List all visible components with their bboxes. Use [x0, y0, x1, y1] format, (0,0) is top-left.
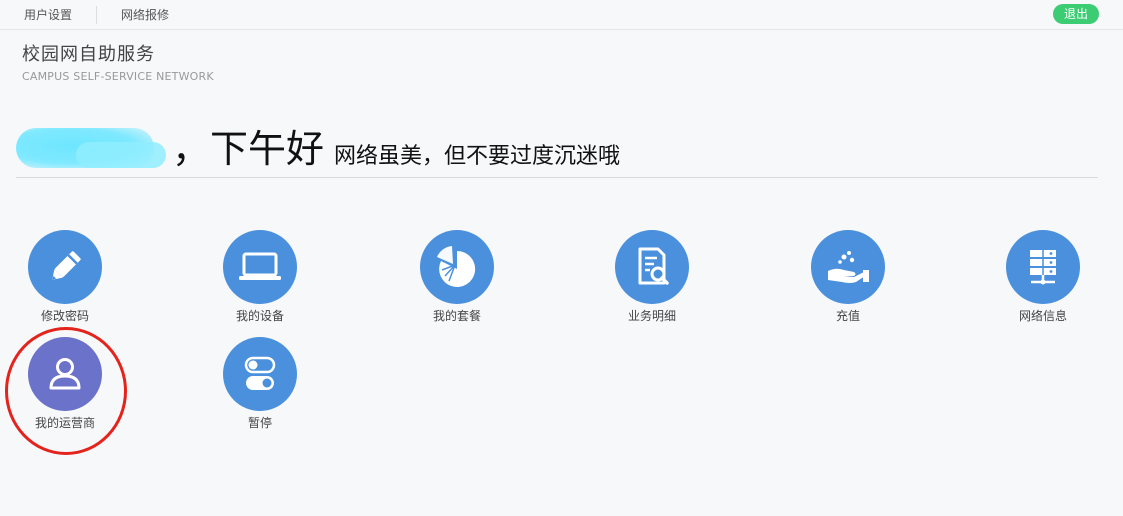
tile-network-info[interactable]: 网络信息	[983, 230, 1103, 324]
document-search-icon	[632, 245, 672, 289]
change-password-circle	[28, 230, 102, 304]
toggle-icon	[240, 352, 280, 396]
network-repair-link[interactable]: 网络报修	[97, 0, 193, 30]
tile-my-plan[interactable]: 我的套餐	[397, 230, 517, 324]
pie-chart-icon	[433, 243, 481, 291]
user-settings-link[interactable]: 用户设置	[0, 0, 96, 30]
business-details-circle	[615, 230, 689, 304]
network-info-circle	[1006, 230, 1080, 304]
pencil-icon	[45, 247, 85, 287]
tile-label: 暂停	[247, 416, 272, 430]
hand-coins-icon	[824, 247, 872, 287]
tile-label: 我的设备	[235, 309, 284, 323]
greeting-bar: ，下午好 网络虽美，但不要过度沉迷哦	[16, 124, 1098, 178]
redacted-username-overlay	[76, 142, 166, 168]
tile-recharge[interactable]: 充值	[788, 230, 908, 324]
tile-label: 业务明细	[627, 309, 676, 323]
top-nav: 用户设置 网络报修	[0, 0, 193, 30]
logout-button[interactable]: 退出	[1052, 4, 1099, 24]
tile-my-operator[interactable]: 我的运营商	[5, 337, 125, 431]
server-icon	[1021, 245, 1065, 289]
tile-label: 充值	[835, 309, 860, 323]
top-bar: 用户设置 网络报修 退出	[0, 0, 1123, 30]
pause-circle	[223, 337, 297, 411]
tile-my-devices[interactable]: 我的设备	[200, 230, 320, 324]
tile-change-password[interactable]: 修改密码	[5, 230, 125, 324]
brand-subtitle: CAMPUS SELF-SERVICE NETWORK	[22, 70, 214, 83]
tile-label: 我的套餐	[432, 309, 481, 323]
laptop-icon	[236, 247, 284, 287]
tile-pause[interactable]: 暂停	[200, 337, 320, 431]
my-operator-circle	[28, 337, 102, 411]
tile-label: 修改密码	[40, 309, 89, 323]
greeting-text: ，下午好	[172, 127, 325, 171]
my-devices-circle	[223, 230, 297, 304]
tile-label: 网络信息	[1018, 309, 1067, 323]
user-icon	[43, 352, 87, 396]
slogan-text: 网络虽美，但不要过度沉迷哦	[334, 144, 621, 169]
tile-business-details[interactable]: 业务明细	[592, 230, 712, 324]
tile-label: 我的运营商	[34, 416, 95, 430]
my-plan-circle	[420, 230, 494, 304]
recharge-circle	[811, 230, 885, 304]
brand: 校园网自助服务 CAMPUS SELF-SERVICE NETWORK	[22, 40, 214, 83]
brand-title: 校园网自助服务	[22, 44, 155, 65]
